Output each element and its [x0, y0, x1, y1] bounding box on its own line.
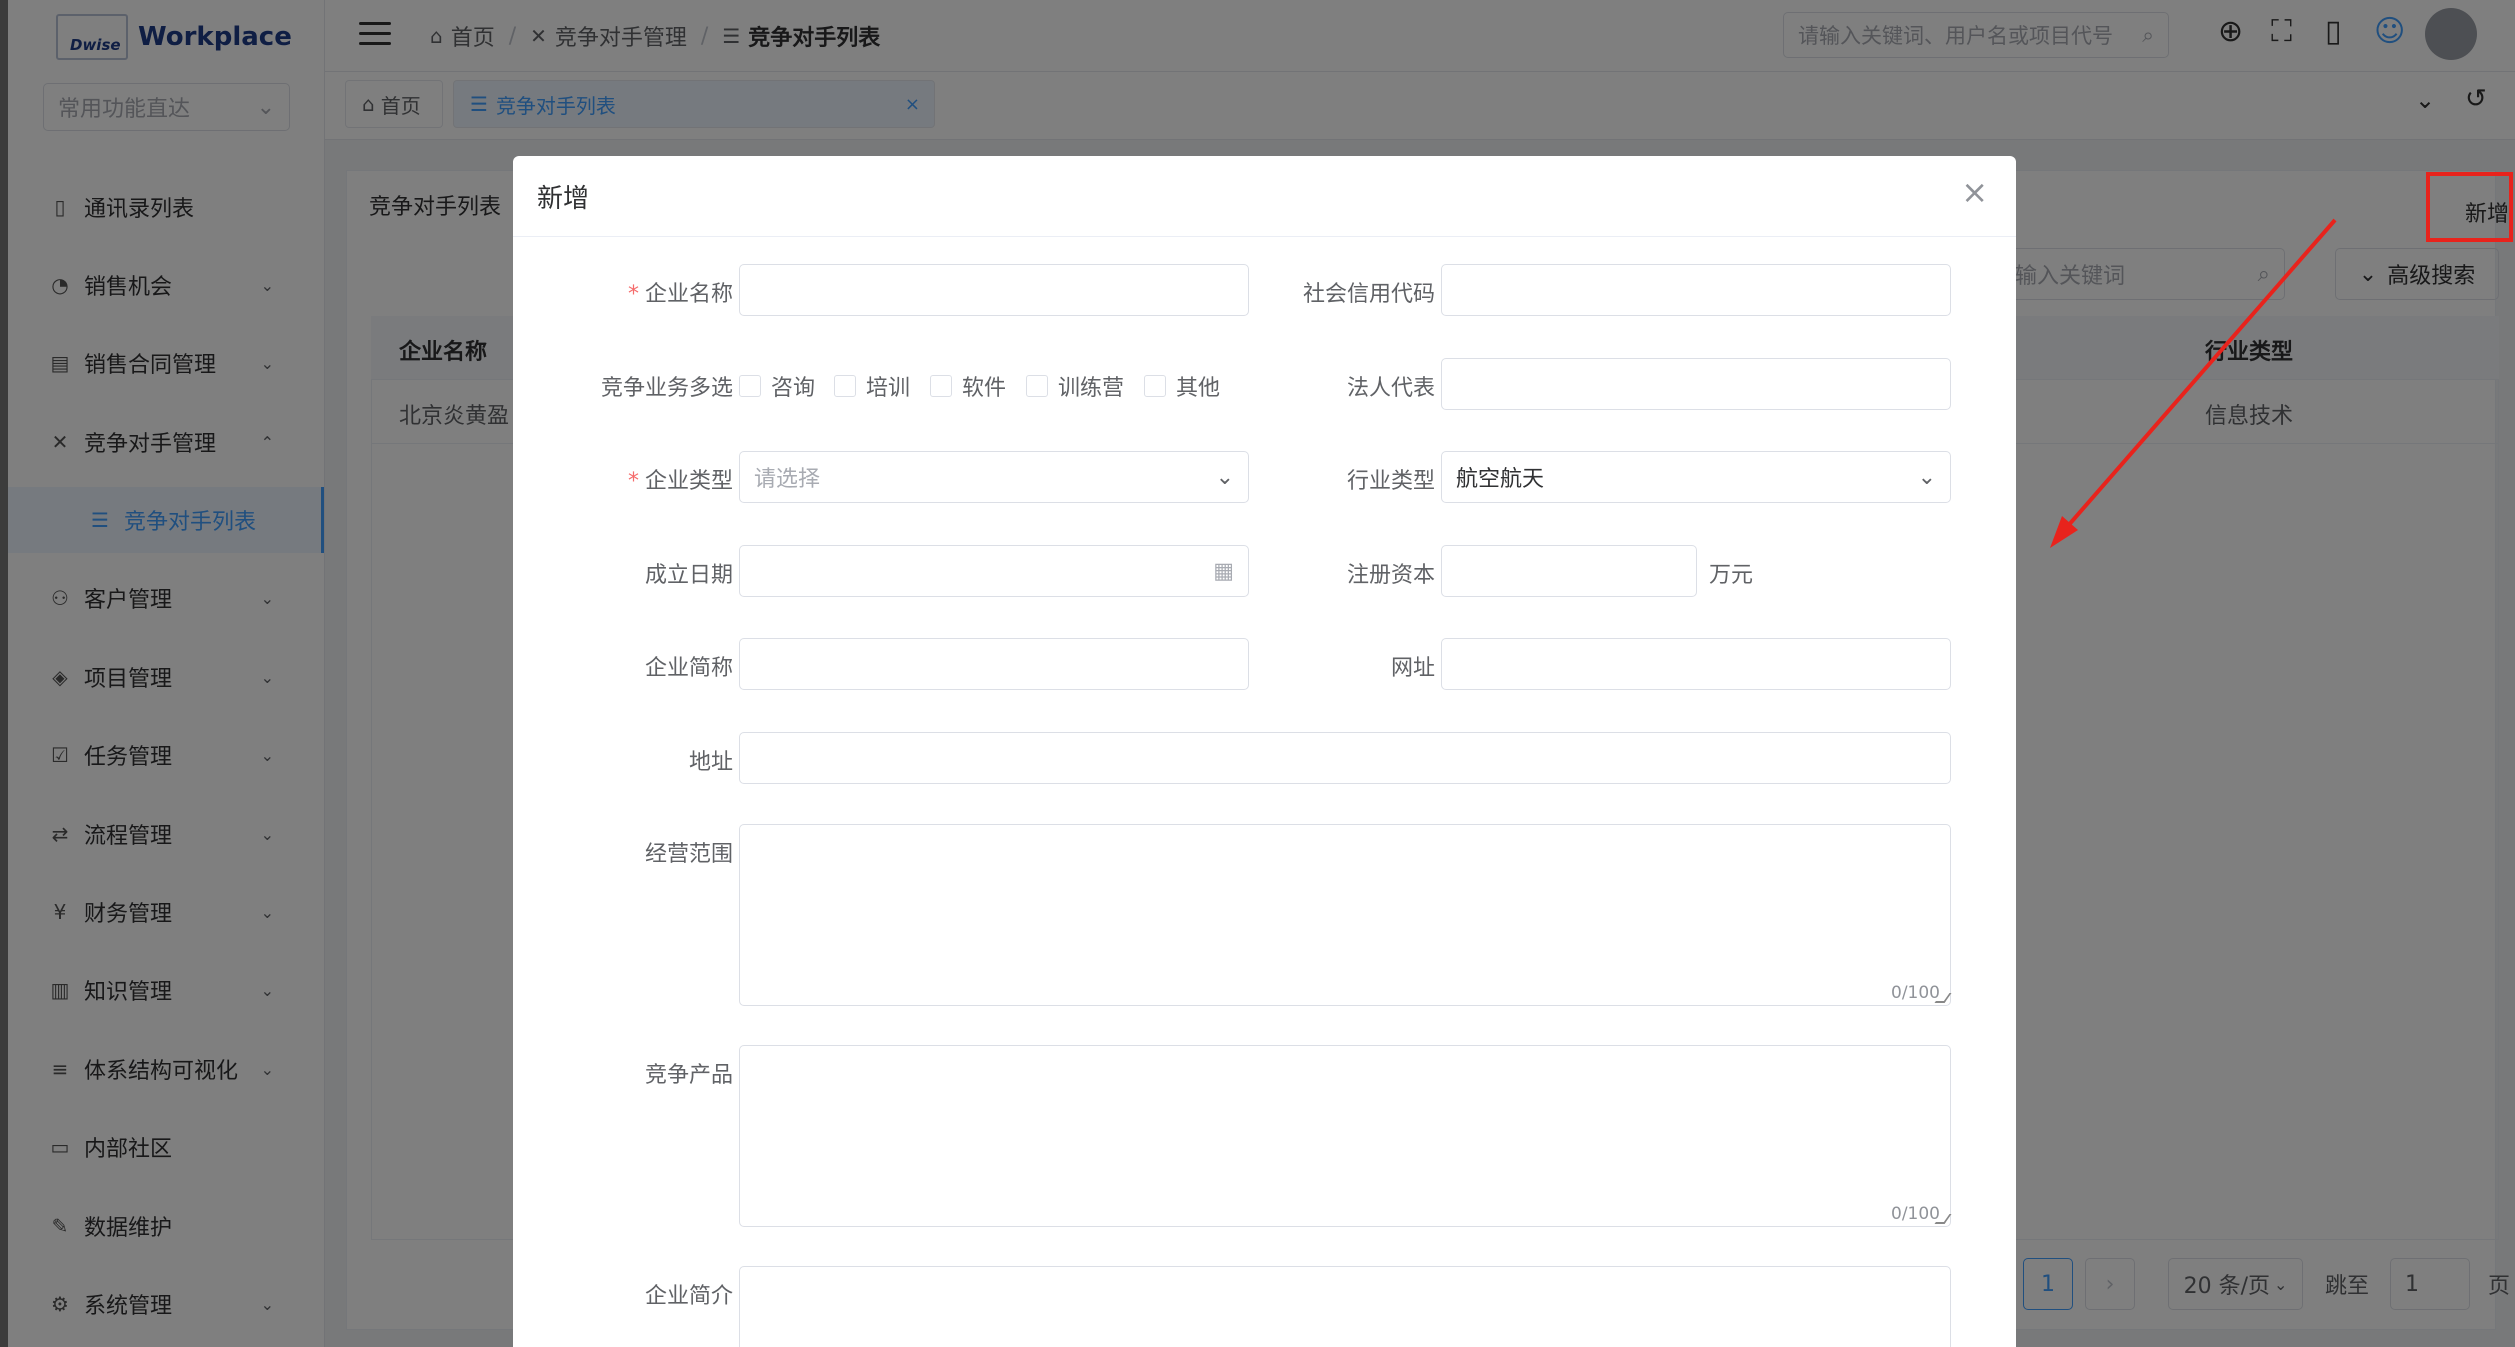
- annotation-arrow-line: [2058, 218, 2337, 537]
- annotation-arrow: [2050, 218, 2337, 548]
